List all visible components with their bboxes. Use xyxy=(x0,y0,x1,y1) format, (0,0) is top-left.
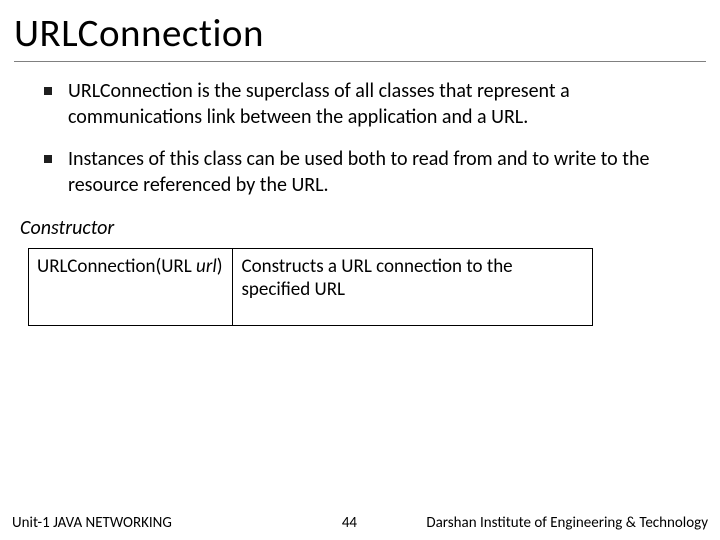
sig-suffix: ) xyxy=(217,255,223,278)
section-label: Constructor xyxy=(0,214,720,248)
slide-footer: Unit-1 JAVA NETWORKING 44 Darshan Instit… xyxy=(0,514,720,532)
bullet-text: URLConnection is the superclass of all c… xyxy=(68,78,692,130)
constructor-description-cell: Constructs a URL connection to the speci… xyxy=(233,249,593,326)
table-row: URLConnection(URL url) Constructs a URL … xyxy=(29,249,593,326)
bullet-marker-icon xyxy=(44,87,52,95)
bullet-text: Instances of this class can be used both… xyxy=(68,146,692,198)
sig-param: url xyxy=(196,255,217,278)
slide-title: URLConnection xyxy=(0,0,720,61)
bullet-item: URLConnection is the superclass of all c… xyxy=(44,78,692,130)
footer-page-number: 44 xyxy=(342,514,357,532)
footer-institute: Darshan Institute of Engineering & Techn… xyxy=(426,514,708,532)
sig-prefix: URLConnection(URL xyxy=(37,255,196,278)
bullet-marker-icon xyxy=(44,155,52,163)
constructor-table: URLConnection(URL url) Constructs a URL … xyxy=(28,248,593,326)
constructor-signature-cell: URLConnection(URL url) xyxy=(29,249,233,326)
footer-unit: Unit-1 JAVA NETWORKING xyxy=(12,514,172,532)
title-underline xyxy=(14,61,706,62)
bullet-item: Instances of this class can be used both… xyxy=(44,146,692,198)
bullet-list: URLConnection is the superclass of all c… xyxy=(0,78,720,198)
